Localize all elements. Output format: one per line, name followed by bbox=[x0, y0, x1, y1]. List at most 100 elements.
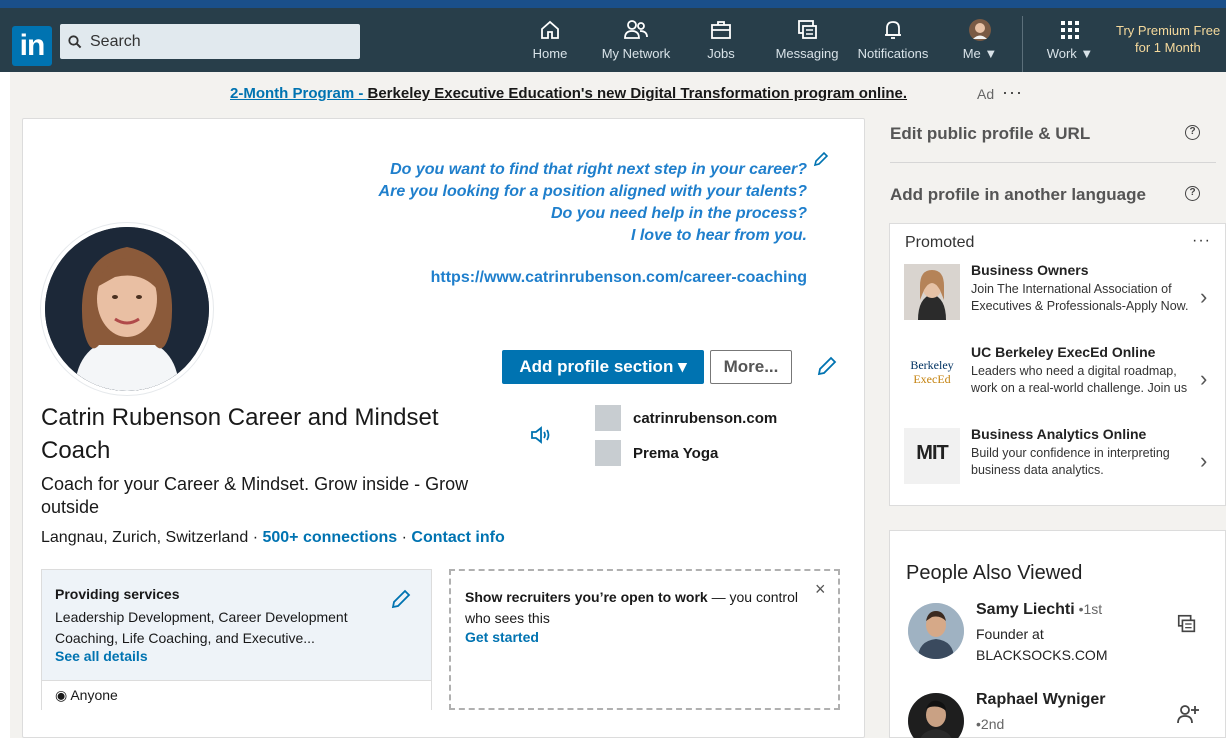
profile-name: Catrin Rubenson Career and Mindset Coach bbox=[41, 404, 439, 464]
nav-me-label: Me ▼ bbox=[958, 46, 1002, 61]
grid-icon bbox=[1061, 21, 1079, 39]
profile-photo-image bbox=[45, 227, 209, 391]
visibility-text: Anyone bbox=[70, 687, 118, 703]
nav-work-text: Work bbox=[1046, 46, 1077, 61]
edit-public-profile-link[interactable]: Edit public profile & URL bbox=[890, 124, 1090, 144]
top-nav-bar: in Home My Network Jobs Messaging Notifi… bbox=[0, 8, 1226, 72]
nav-work[interactable]: Work ▼ bbox=[1044, 18, 1096, 68]
nav-my-network[interactable]: My Network bbox=[596, 18, 676, 68]
open-to-work-text: Show recruiters you’re open to work — yo… bbox=[465, 587, 805, 629]
cover-line: Are you looking for a position aligned w… bbox=[378, 183, 807, 200]
help-icon[interactable]: ? bbox=[1185, 125, 1200, 140]
person-photo bbox=[908, 603, 964, 659]
open-to-work-box: Show recruiters you’re open to work — yo… bbox=[449, 569, 840, 710]
more-button[interactable]: More... bbox=[710, 350, 792, 384]
cover-url: https://www.catrinrubenson.com/career-co… bbox=[430, 269, 807, 286]
premium-line-2: for 1 Month bbox=[1135, 40, 1201, 55]
person-desc: •2nd bbox=[976, 716, 1005, 732]
person-photo-image bbox=[908, 693, 964, 738]
berkeley-logo-line-2: ExecEd bbox=[913, 372, 951, 386]
search-input[interactable] bbox=[90, 24, 350, 59]
add-profile-section-label: Add profile section bbox=[519, 357, 674, 376]
school-name: Prema Yoga bbox=[633, 445, 719, 462]
linkedin-logo[interactable]: in bbox=[12, 26, 52, 66]
person-name: Samy Liechti •1st bbox=[976, 601, 1102, 619]
search-icon bbox=[68, 35, 82, 49]
nav-work-label: Work ▼ bbox=[1044, 46, 1096, 61]
nav-jobs[interactable]: Jobs bbox=[702, 18, 740, 68]
services-description: Leadership Development, Career Developme… bbox=[55, 609, 348, 646]
close-icon[interactable]: × bbox=[815, 579, 826, 600]
promoted-title: Business Analytics Online bbox=[971, 426, 1147, 442]
get-started-link[interactable]: Get started bbox=[465, 629, 539, 645]
providing-services-box: Providing services Leadership Developmen… bbox=[41, 569, 432, 710]
nav-jobs-label: Jobs bbox=[707, 46, 735, 61]
speaker-icon[interactable] bbox=[529, 424, 553, 446]
edit-services-pencil-icon[interactable] bbox=[390, 588, 412, 610]
location-row: Langnau, Zurich, Switzerland · 500+ conn… bbox=[41, 529, 505, 547]
nav-home-label: Home bbox=[532, 46, 568, 61]
visibility-row: ◉ Anyone bbox=[42, 680, 431, 710]
messaging-icon bbox=[798, 20, 817, 39]
connection-degree: •1st bbox=[1074, 601, 1103, 617]
cover-banner-text: Do you want to find that right next step… bbox=[323, 159, 807, 247]
nav-network-label: My Network bbox=[601, 46, 671, 61]
try-premium-link[interactable]: Try Premium Free for 1 Month bbox=[1106, 22, 1226, 56]
caret-down-icon: ▾ bbox=[678, 357, 687, 376]
promoted-item[interactable]: MIT Business Analytics Online Build your… bbox=[904, 426, 1224, 506]
open-to-work-bold: Show recruiters you’re open to work bbox=[465, 589, 708, 605]
ad-link[interactable]: 2-Month Program - bbox=[230, 85, 368, 102]
nav-me[interactable]: Me ▼ bbox=[958, 18, 1002, 68]
person-name: Raphael Wyniger bbox=[976, 691, 1106, 708]
help-icon[interactable]: ? bbox=[1185, 186, 1200, 201]
sidebar-divider bbox=[890, 162, 1216, 163]
nav-messaging[interactable]: Messaging bbox=[772, 18, 842, 68]
person-desc: Founder at BLACKSOCKS.COM bbox=[976, 626, 1108, 663]
edit-intro-pencil-icon[interactable] bbox=[816, 355, 838, 377]
nav-home[interactable]: Home bbox=[528, 18, 572, 68]
search-box[interactable] bbox=[60, 24, 360, 59]
person-name-text: Samy Liechti bbox=[976, 601, 1075, 618]
people-also-viewed-panel: People Also Viewed Samy Liechti •1st Fou… bbox=[889, 530, 1226, 738]
person-photo bbox=[908, 693, 964, 738]
profile-card: Do you want to find that right next step… bbox=[22, 118, 865, 738]
message-icon[interactable] bbox=[1176, 613, 1198, 635]
ad-label: Ad bbox=[977, 86, 995, 102]
nav-notifications-label: Notifications bbox=[857, 46, 929, 61]
chevron-down-icon: ▼ bbox=[984, 46, 998, 61]
ad-description[interactable]: Berkeley Executive Education's new Digit… bbox=[368, 85, 908, 102]
add-profile-section-button[interactable]: Add profile section ▾ bbox=[502, 350, 704, 384]
briefcase-icon bbox=[711, 21, 731, 39]
see-all-details-link[interactable]: See all details bbox=[55, 648, 148, 664]
promoted-item[interactable]: Business Owners Join The International A… bbox=[904, 262, 1224, 342]
nav-notifications[interactable]: Notifications bbox=[852, 18, 934, 68]
profile-photo[interactable] bbox=[41, 223, 213, 395]
eye-icon: ◉ bbox=[55, 687, 68, 703]
nav-messaging-label: Messaging bbox=[775, 46, 839, 61]
promoted-panel: Promoted ··· Business Owners Join The In… bbox=[889, 223, 1226, 506]
connections-link[interactable]: 500+ connections bbox=[262, 529, 397, 546]
add-language-link[interactable]: Add profile in another language bbox=[890, 185, 1146, 205]
cover-line: Do you need help in the process? bbox=[550, 205, 807, 222]
chevron-right-icon: › bbox=[1200, 448, 1208, 473]
contact-info-link[interactable]: Contact info bbox=[411, 529, 504, 546]
chevron-down-icon: ▼ bbox=[1080, 46, 1094, 61]
promoted-more-icon[interactable]: ··· bbox=[1192, 232, 1211, 250]
promoted-item[interactable]: Berkeley ExecEd UC Berkeley ExecEd Onlin… bbox=[904, 344, 1224, 424]
ad-more-icon[interactable]: ··· bbox=[1002, 82, 1023, 103]
premium-line-1: Try Premium Free bbox=[1116, 23, 1221, 38]
people-also-viewed-title: People Also Viewed bbox=[906, 562, 1083, 584]
promoted-image bbox=[904, 264, 960, 320]
berkeley-logo: Berkeley ExecEd bbox=[904, 346, 960, 402]
ad-text[interactable]: 2-Month Program - Berkeley Executive Edu… bbox=[230, 85, 907, 102]
promoted-desc: Build your confidence in interpreting bu… bbox=[971, 446, 1170, 477]
ad-banner: 2-Month Program - Berkeley Executive Edu… bbox=[10, 72, 1226, 118]
company-name: catrinrubenson.com bbox=[633, 410, 778, 427]
location-text: Langnau, Zurich, Switzerland bbox=[41, 529, 249, 546]
cover-line: I love to hear from you. bbox=[630, 227, 807, 244]
mit-logo: MIT bbox=[904, 428, 960, 484]
add-connection-icon[interactable] bbox=[1176, 703, 1200, 725]
separator-dot: · bbox=[252, 529, 263, 546]
edit-cover-pencil-icon[interactable] bbox=[813, 151, 829, 167]
mit-logo-text: MIT bbox=[916, 442, 948, 464]
